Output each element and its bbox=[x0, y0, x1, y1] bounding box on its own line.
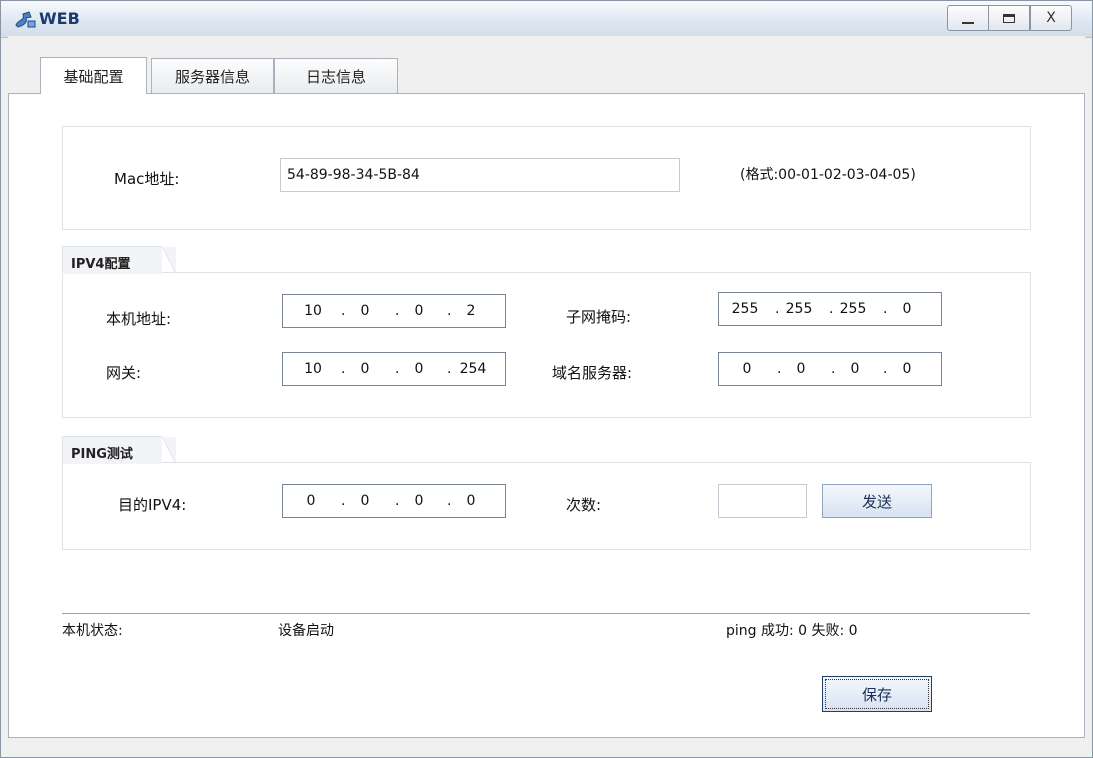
ipv4-legend: IPV4配置 bbox=[62, 246, 176, 275]
status-label: 本机状态: bbox=[62, 623, 123, 639]
target-ip-label: 目的IPV4: bbox=[118, 496, 187, 514]
minimize-button[interactable] bbox=[947, 5, 989, 31]
send-button-label: 发送 bbox=[861, 492, 892, 511]
tab-basic-config[interactable]: 基础配置 bbox=[40, 57, 147, 94]
maximize-icon bbox=[1003, 13, 1015, 23]
ip-octet: 255 bbox=[785, 301, 813, 317]
ip-octet: 255 bbox=[839, 301, 867, 317]
ip-octet: 0 bbox=[414, 361, 424, 377]
ip-octet: 10 bbox=[304, 361, 322, 377]
ping-legend: PING测试 bbox=[62, 436, 176, 465]
maximize-button[interactable] bbox=[988, 5, 1030, 31]
mac-value: 54-89-98-34-5B-84 bbox=[287, 167, 420, 183]
ip-dot: . bbox=[447, 361, 452, 377]
save-button[interactable]: 保存 bbox=[822, 676, 932, 712]
ping-legend-text: PING测试 bbox=[71, 447, 133, 462]
ip-octet: 0 bbox=[796, 361, 806, 377]
local-address-label: 本机地址: bbox=[106, 310, 172, 328]
minimize-icon bbox=[962, 22, 974, 24]
ip-octet: 10 bbox=[304, 303, 322, 319]
ip-octet: 255 bbox=[731, 301, 759, 317]
tab-log-info[interactable]: 日志信息 bbox=[274, 58, 398, 94]
ip-octet: 0 bbox=[360, 303, 370, 319]
ip-octet: 254 bbox=[459, 361, 487, 377]
target-ip-input[interactable]: 0 . 0 . 0 . 0 bbox=[282, 484, 506, 518]
count-input[interactable] bbox=[718, 484, 807, 518]
ip-octet: 0 bbox=[902, 361, 912, 377]
ip-octet: 0 bbox=[414, 303, 424, 319]
ip-octet: 2 bbox=[466, 303, 476, 319]
gateway-input[interactable]: 10 . 0 . 0 . 254 bbox=[282, 352, 506, 386]
ip-octet: 0 bbox=[466, 493, 476, 509]
dns-input[interactable]: 0 . 0 . 0 . 0 bbox=[718, 352, 942, 386]
mac-input[interactable]: 54-89-98-34-5B-84 bbox=[280, 158, 680, 192]
ip-octet: 0 bbox=[902, 301, 912, 317]
send-button[interactable]: 发送 bbox=[822, 484, 932, 518]
window-title: WEB bbox=[39, 9, 80, 28]
subnet-mask-label: 子网掩码: bbox=[566, 308, 632, 326]
close-icon: X bbox=[1046, 10, 1056, 26]
app-icon bbox=[15, 11, 36, 28]
ip-octet: 0 bbox=[306, 493, 316, 509]
ip-octet: 0 bbox=[850, 361, 860, 377]
tab-basic-config-label: 基础配置 bbox=[63, 67, 124, 86]
close-button[interactable]: X bbox=[1030, 5, 1072, 31]
ip-octet: 0 bbox=[360, 493, 370, 509]
mac-label: Mac地址: bbox=[114, 170, 180, 188]
mac-format-hint: (格式:00-01-02-03-04-05) bbox=[740, 167, 916, 183]
count-label: 次数: bbox=[566, 496, 602, 514]
local-address-input[interactable]: 10 . 0 . 0 . 2 bbox=[282, 294, 506, 328]
status-divider bbox=[62, 613, 1030, 614]
status-value: 设备启动 bbox=[278, 623, 334, 639]
ping-result: ping 成功: 0 失败: 0 bbox=[726, 623, 858, 639]
gateway-label: 网关: bbox=[106, 364, 142, 382]
save-button-label: 保存 bbox=[861, 685, 892, 704]
tab-server-info-label: 服务器信息 bbox=[174, 68, 250, 86]
ip-octet: 0 bbox=[742, 361, 752, 377]
tab-server-info[interactable]: 服务器信息 bbox=[151, 58, 274, 94]
ip-octet: 0 bbox=[360, 361, 370, 377]
ip-octet: 0 bbox=[414, 493, 424, 509]
dns-label: 域名服务器: bbox=[552, 364, 633, 382]
title-bar[interactable]: WEB X bbox=[1, 1, 1092, 38]
ipv4-legend-text: IPV4配置 bbox=[71, 257, 131, 272]
tab-log-info-label: 日志信息 bbox=[305, 68, 366, 86]
subnet-mask-input[interactable]: 255 . 255 . 255 . 0 bbox=[718, 292, 942, 326]
